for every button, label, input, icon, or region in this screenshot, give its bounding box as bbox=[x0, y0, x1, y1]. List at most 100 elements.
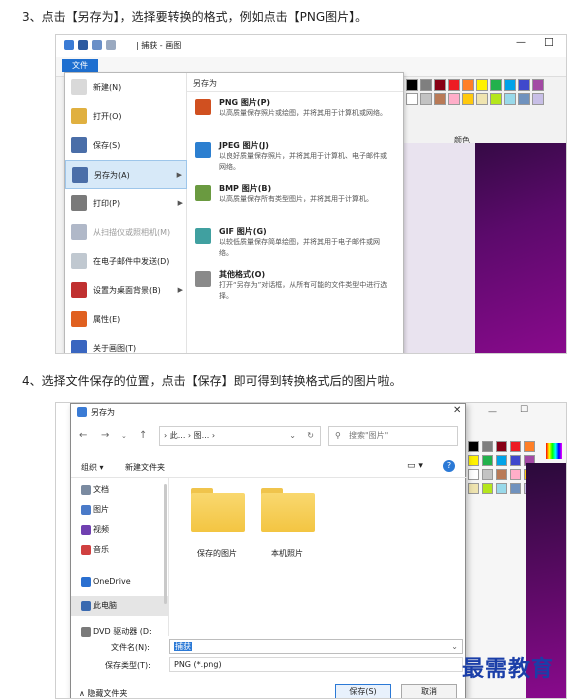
address-bar[interactable]: › 此... › 图... › ⌄ ↻ bbox=[159, 426, 321, 446]
color-swatch[interactable] bbox=[524, 441, 535, 452]
color-swatch[interactable] bbox=[420, 93, 432, 105]
window-title: | 捕获 - 画图 bbox=[136, 41, 182, 50]
color-swatch[interactable] bbox=[504, 93, 516, 105]
color-swatch[interactable] bbox=[504, 79, 516, 91]
color-swatch[interactable] bbox=[518, 79, 530, 91]
filetype-select[interactable]: PNG (*.png) bbox=[169, 657, 463, 672]
color-swatch[interactable] bbox=[462, 93, 474, 105]
color-swatch[interactable] bbox=[482, 469, 493, 480]
color-swatch[interactable] bbox=[482, 455, 493, 466]
jpeg-image-icon bbox=[195, 142, 211, 158]
documents-icon bbox=[81, 485, 91, 495]
color-swatch[interactable] bbox=[468, 469, 479, 480]
color-swatch[interactable] bbox=[448, 79, 460, 91]
color-swatch[interactable] bbox=[490, 93, 502, 105]
nav-item[interactable]: DVD 驱动器 (D: bbox=[71, 622, 169, 642]
menu-item[interactable]: 打开(O) bbox=[65, 102, 187, 131]
folder-label: 保存的图片 bbox=[197, 549, 237, 558]
submenu-item-title: JPEG 图片(J) bbox=[219, 141, 269, 150]
color-swatch[interactable] bbox=[476, 93, 488, 105]
maximize-icon[interactable]: ☐ bbox=[544, 36, 554, 49]
menu-item[interactable]: 设置为桌面背景(B) ▶ bbox=[65, 276, 187, 305]
cancel-button[interactable]: 取消 bbox=[401, 684, 457, 698]
submenu-item[interactable]: GIF 图片(G) 以较低质量保存简单绘图，并将其用于电子邮件或网络。 bbox=[195, 226, 395, 266]
nav-item[interactable]: 文档 bbox=[71, 480, 169, 500]
navigation-pane: 文档 图片 视频 音乐 OneDrive 此电脑 DVD 驱动器 (D: bbox=[71, 478, 169, 637]
refresh-icon[interactable]: ↻ bbox=[307, 427, 314, 445]
color-swatch[interactable] bbox=[490, 79, 502, 91]
folder-icon[interactable] bbox=[261, 488, 315, 532]
color-swatch[interactable] bbox=[496, 483, 507, 494]
save-as-submenu: 另存为 PNG 图片(P) 以高质量保存照片或绘图，并将其用于计算机或网络。 JPE… bbox=[187, 73, 403, 353]
back-arrow-icon[interactable]: ← bbox=[79, 430, 87, 441]
recent-chevron-icon[interactable]: ⌄ bbox=[121, 432, 127, 440]
menu-item[interactable]: 属性(E) bbox=[65, 305, 187, 334]
submenu-item-description: 以高质量保存照片或绘图，并将其用于计算机或网络。 bbox=[219, 109, 387, 117]
menu-item[interactable]: 在电子邮件中发送(D) bbox=[65, 247, 187, 276]
new-folder-button[interactable]: 新建文件夹 bbox=[125, 462, 165, 473]
color-swatch[interactable] bbox=[518, 93, 530, 105]
nav-item[interactable]: 视频 bbox=[71, 520, 169, 540]
nav-item[interactable]: 图片 bbox=[71, 500, 169, 520]
color-swatch[interactable] bbox=[476, 79, 488, 91]
nav-scrollbar[interactable] bbox=[164, 484, 167, 604]
nav-item-label: 此电脑 bbox=[93, 601, 117, 610]
color-swatch[interactable] bbox=[532, 93, 544, 105]
forward-arrow-icon[interactable]: → bbox=[101, 430, 109, 441]
color-swatch[interactable] bbox=[462, 79, 474, 91]
color-swatch[interactable] bbox=[532, 79, 544, 91]
submenu-item[interactable]: JPEG 图片(J) 以良好质量保存照片，并将其用于计算机、电子邮件或网络。 bbox=[195, 140, 395, 180]
filename-input[interactable]: 捕获 ⌄ bbox=[169, 639, 463, 654]
undo-icon[interactable] bbox=[92, 40, 102, 50]
address-dropdown-icon[interactable]: ⌄ bbox=[289, 427, 296, 445]
nav-item[interactable]: OneDrive bbox=[71, 572, 169, 592]
filename-dropdown-icon[interactable]: ⌄ bbox=[451, 640, 458, 653]
color-swatch[interactable] bbox=[468, 441, 479, 452]
color-swatch[interactable] bbox=[482, 483, 493, 494]
view-options-icon[interactable]: ▭ ▾ bbox=[407, 461, 423, 471]
color-swatch[interactable] bbox=[510, 469, 521, 480]
color-swatch[interactable] bbox=[468, 483, 479, 494]
color-swatch[interactable] bbox=[510, 441, 521, 452]
menu-item[interactable]: 新建(N) bbox=[65, 73, 187, 102]
gif-image-icon bbox=[195, 228, 211, 244]
nav-item[interactable]: 此电脑 bbox=[71, 596, 169, 616]
submenu-item[interactable]: PNG 图片(P) 以高质量保存照片或绘图，并将其用于计算机或网络。 bbox=[195, 97, 395, 137]
color-swatch[interactable] bbox=[406, 93, 418, 105]
hide-folders-toggle[interactable]: ∧ 隐藏文件夹 bbox=[79, 688, 127, 698]
submenu-item[interactable]: BMP 图片(B) 以高质量保存所有类型图片，并将其用于计算机。 bbox=[195, 183, 395, 223]
save-icon[interactable] bbox=[78, 40, 88, 50]
submenu-item[interactable]: 其他格式(O) 打开“另存为”对话框，从所有可能的文件类型中进行选择。 bbox=[195, 269, 395, 309]
new-file-icon bbox=[71, 79, 87, 95]
menu-item[interactable]: 从扫描仪或照相机(M) bbox=[65, 218, 187, 247]
file-tab[interactable]: 文件 bbox=[62, 59, 98, 72]
color-swatch[interactable] bbox=[482, 441, 493, 452]
color-swatch[interactable] bbox=[420, 79, 432, 91]
organize-button[interactable]: 组织 ▾ bbox=[81, 462, 104, 473]
close-icon[interactable]: ✕ bbox=[453, 405, 461, 416]
color-swatch[interactable] bbox=[406, 79, 418, 91]
color-swatch[interactable] bbox=[434, 93, 446, 105]
menu-item[interactable]: 打印(P) ▶ bbox=[65, 189, 187, 218]
color-swatch[interactable] bbox=[510, 455, 521, 466]
color-swatch[interactable] bbox=[448, 93, 460, 105]
search-input[interactable]: ⚲ 搜索"图片" bbox=[328, 426, 458, 446]
pictures-icon bbox=[81, 505, 91, 515]
color-swatch[interactable] bbox=[510, 483, 521, 494]
folder-icon[interactable] bbox=[191, 488, 245, 532]
minimize-icon[interactable]: — bbox=[516, 37, 526, 48]
up-arrow-icon[interactable]: ↑ bbox=[139, 430, 147, 441]
redo-icon[interactable] bbox=[106, 40, 116, 50]
color-swatch[interactable] bbox=[496, 441, 507, 452]
menu-item[interactable]: 关于画图(T) bbox=[65, 334, 187, 353]
color-swatch[interactable] bbox=[496, 455, 507, 466]
menu-item[interactable]: 另存为(A) ▶ bbox=[65, 160, 187, 189]
nav-item[interactable]: 音乐 bbox=[71, 540, 169, 560]
color-palette[interactable] bbox=[406, 79, 566, 111]
color-swatch[interactable] bbox=[468, 455, 479, 466]
color-swatch[interactable] bbox=[434, 79, 446, 91]
save-button[interactable]: 保存(S) bbox=[335, 684, 391, 698]
color-swatch[interactable] bbox=[496, 469, 507, 480]
help-icon[interactable]: ? bbox=[443, 460, 455, 472]
menu-item[interactable]: 保存(S) bbox=[65, 131, 187, 160]
